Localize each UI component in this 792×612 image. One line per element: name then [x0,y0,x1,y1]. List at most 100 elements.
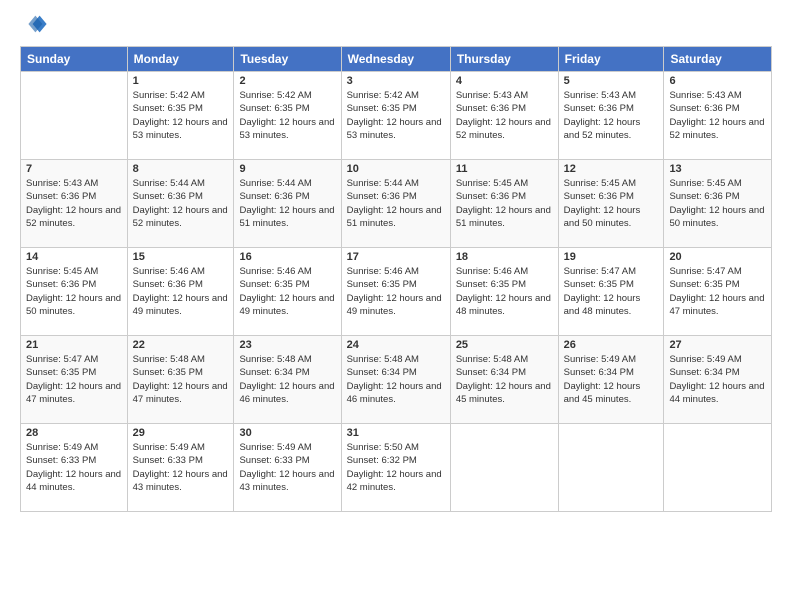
calendar-week-row: 7 Sunrise: 5:43 AMSunset: 6:36 PMDayligh… [21,160,772,248]
cell-content: Sunrise: 5:44 AMSunset: 6:36 PMDaylight:… [133,177,229,230]
day-number: 22 [133,339,229,351]
cell-content: Sunrise: 5:44 AMSunset: 6:36 PMDaylight:… [239,177,335,230]
day-number: 16 [239,251,335,263]
day-number: 19 [564,251,659,263]
cell-content: Sunrise: 5:45 AMSunset: 6:36 PMDaylight:… [456,177,553,230]
calendar-cell: 1 Sunrise: 5:42 AMSunset: 6:35 PMDayligh… [127,72,234,160]
cell-content: Sunrise: 5:45 AMSunset: 6:36 PMDaylight:… [564,177,659,230]
day-number: 20 [669,251,766,263]
day-number: 29 [133,427,229,439]
day-number: 8 [133,163,229,175]
cell-content: Sunrise: 5:45 AMSunset: 6:36 PMDaylight:… [669,177,766,230]
day-number: 2 [239,75,335,87]
calendar-cell [664,424,772,512]
cell-content: Sunrise: 5:46 AMSunset: 6:35 PMDaylight:… [456,265,553,318]
calendar-body: 1 Sunrise: 5:42 AMSunset: 6:35 PMDayligh… [21,72,772,512]
calendar-cell: 27 Sunrise: 5:49 AMSunset: 6:34 PMDaylig… [664,336,772,424]
cell-content: Sunrise: 5:47 AMSunset: 6:35 PMDaylight:… [564,265,659,318]
day-number: 7 [26,163,122,175]
cell-content: Sunrise: 5:49 AMSunset: 6:33 PMDaylight:… [26,441,122,494]
cell-content: Sunrise: 5:49 AMSunset: 6:33 PMDaylight:… [239,441,335,494]
calendar-cell: 11 Sunrise: 5:45 AMSunset: 6:36 PMDaylig… [450,160,558,248]
day-number: 27 [669,339,766,351]
calendar-cell: 23 Sunrise: 5:48 AMSunset: 6:34 PMDaylig… [234,336,341,424]
calendar-cell: 19 Sunrise: 5:47 AMSunset: 6:35 PMDaylig… [558,248,664,336]
cell-content: Sunrise: 5:46 AMSunset: 6:35 PMDaylight:… [239,265,335,318]
cell-content: Sunrise: 5:48 AMSunset: 6:34 PMDaylight:… [347,353,445,406]
calendar-cell: 16 Sunrise: 5:46 AMSunset: 6:35 PMDaylig… [234,248,341,336]
day-number: 26 [564,339,659,351]
calendar-cell: 18 Sunrise: 5:46 AMSunset: 6:35 PMDaylig… [450,248,558,336]
cell-content: Sunrise: 5:48 AMSunset: 6:35 PMDaylight:… [133,353,229,406]
day-number: 5 [564,75,659,87]
calendar-cell: 9 Sunrise: 5:44 AMSunset: 6:36 PMDayligh… [234,160,341,248]
calendar-cell: 12 Sunrise: 5:45 AMSunset: 6:36 PMDaylig… [558,160,664,248]
calendar-cell: 21 Sunrise: 5:47 AMSunset: 6:35 PMDaylig… [21,336,128,424]
day-number: 24 [347,339,445,351]
day-header-friday: Friday [558,47,664,72]
cell-content: Sunrise: 5:43 AMSunset: 6:36 PMDaylight:… [26,177,122,230]
calendar-cell: 22 Sunrise: 5:48 AMSunset: 6:35 PMDaylig… [127,336,234,424]
calendar-cell: 3 Sunrise: 5:42 AMSunset: 6:35 PMDayligh… [341,72,450,160]
calendar-cell: 14 Sunrise: 5:45 AMSunset: 6:36 PMDaylig… [21,248,128,336]
calendar-cell: 29 Sunrise: 5:49 AMSunset: 6:33 PMDaylig… [127,424,234,512]
calendar-week-row: 21 Sunrise: 5:47 AMSunset: 6:35 PMDaylig… [21,336,772,424]
calendar-cell [21,72,128,160]
cell-content: Sunrise: 5:42 AMSunset: 6:35 PMDaylight:… [239,89,335,142]
day-number: 10 [347,163,445,175]
calendar-cell: 4 Sunrise: 5:43 AMSunset: 6:36 PMDayligh… [450,72,558,160]
calendar-cell: 26 Sunrise: 5:49 AMSunset: 6:34 PMDaylig… [558,336,664,424]
cell-content: Sunrise: 5:46 AMSunset: 6:35 PMDaylight:… [347,265,445,318]
day-number: 3 [347,75,445,87]
day-number: 9 [239,163,335,175]
calendar-cell: 13 Sunrise: 5:45 AMSunset: 6:36 PMDaylig… [664,160,772,248]
cell-content: Sunrise: 5:46 AMSunset: 6:36 PMDaylight:… [133,265,229,318]
cell-content: Sunrise: 5:48 AMSunset: 6:34 PMDaylight:… [456,353,553,406]
page: SundayMondayTuesdayWednesdayThursdayFrid… [0,0,792,522]
cell-content: Sunrise: 5:43 AMSunset: 6:36 PMDaylight:… [456,89,553,142]
day-number: 11 [456,163,553,175]
day-header-thursday: Thursday [450,47,558,72]
day-number: 31 [347,427,445,439]
day-number: 23 [239,339,335,351]
day-number: 6 [669,75,766,87]
cell-content: Sunrise: 5:50 AMSunset: 6:32 PMDaylight:… [347,441,445,494]
calendar-table: SundayMondayTuesdayWednesdayThursdayFrid… [20,46,772,512]
cell-content: Sunrise: 5:49 AMSunset: 6:34 PMDaylight:… [564,353,659,406]
day-number: 1 [133,75,229,87]
day-number: 18 [456,251,553,263]
calendar-week-row: 14 Sunrise: 5:45 AMSunset: 6:36 PMDaylig… [21,248,772,336]
calendar-cell: 5 Sunrise: 5:43 AMSunset: 6:36 PMDayligh… [558,72,664,160]
day-header-tuesday: Tuesday [234,47,341,72]
cell-content: Sunrise: 5:47 AMSunset: 6:35 PMDaylight:… [26,353,122,406]
calendar-cell: 2 Sunrise: 5:42 AMSunset: 6:35 PMDayligh… [234,72,341,160]
day-header-sunday: Sunday [21,47,128,72]
calendar-cell: 8 Sunrise: 5:44 AMSunset: 6:36 PMDayligh… [127,160,234,248]
day-number: 14 [26,251,122,263]
cell-content: Sunrise: 5:45 AMSunset: 6:36 PMDaylight:… [26,265,122,318]
calendar-cell: 6 Sunrise: 5:43 AMSunset: 6:36 PMDayligh… [664,72,772,160]
calendar-week-row: 28 Sunrise: 5:49 AMSunset: 6:33 PMDaylig… [21,424,772,512]
day-header-monday: Monday [127,47,234,72]
cell-content: Sunrise: 5:42 AMSunset: 6:35 PMDaylight:… [133,89,229,142]
logo [20,10,52,38]
day-number: 21 [26,339,122,351]
calendar-cell: 10 Sunrise: 5:44 AMSunset: 6:36 PMDaylig… [341,160,450,248]
cell-content: Sunrise: 5:48 AMSunset: 6:34 PMDaylight:… [239,353,335,406]
calendar-cell: 7 Sunrise: 5:43 AMSunset: 6:36 PMDayligh… [21,160,128,248]
cell-content: Sunrise: 5:44 AMSunset: 6:36 PMDaylight:… [347,177,445,230]
calendar-header-row: SundayMondayTuesdayWednesdayThursdayFrid… [21,47,772,72]
day-number: 30 [239,427,335,439]
cell-content: Sunrise: 5:43 AMSunset: 6:36 PMDaylight:… [669,89,766,142]
day-number: 13 [669,163,766,175]
cell-content: Sunrise: 5:43 AMSunset: 6:36 PMDaylight:… [564,89,659,142]
calendar-cell: 17 Sunrise: 5:46 AMSunset: 6:35 PMDaylig… [341,248,450,336]
calendar-cell [558,424,664,512]
day-number: 28 [26,427,122,439]
calendar-cell: 30 Sunrise: 5:49 AMSunset: 6:33 PMDaylig… [234,424,341,512]
cell-content: Sunrise: 5:42 AMSunset: 6:35 PMDaylight:… [347,89,445,142]
cell-content: Sunrise: 5:49 AMSunset: 6:33 PMDaylight:… [133,441,229,494]
cell-content: Sunrise: 5:49 AMSunset: 6:34 PMDaylight:… [669,353,766,406]
calendar-week-row: 1 Sunrise: 5:42 AMSunset: 6:35 PMDayligh… [21,72,772,160]
header-row [20,10,772,38]
